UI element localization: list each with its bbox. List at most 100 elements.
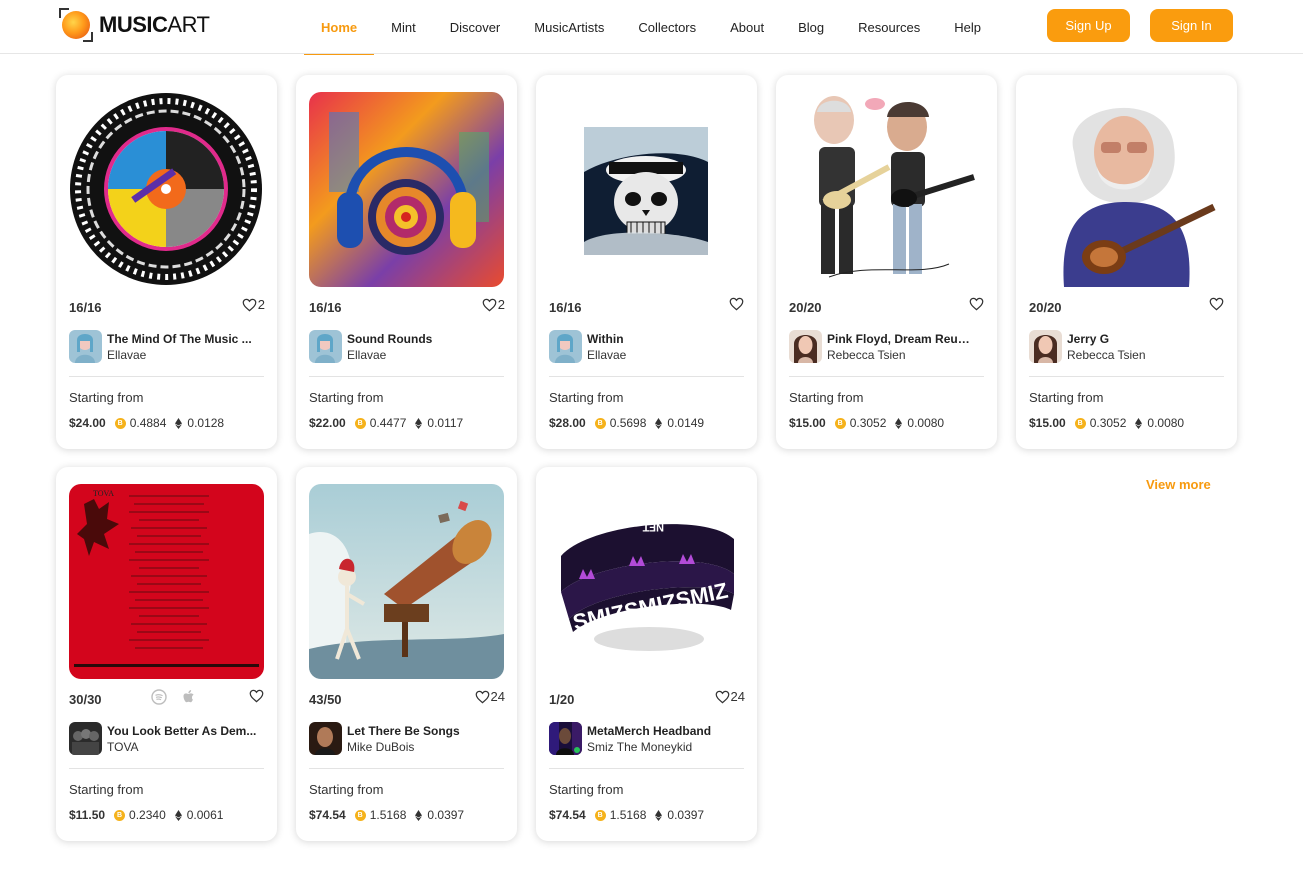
creator-info[interactable]: Within Ellavae	[549, 330, 745, 363]
price-row: $15.00 B 0.3052 0.0080	[789, 416, 944, 430]
usd-price: $74.54	[549, 808, 586, 822]
creator-info[interactable]: You Look Better As Dem... TOVA	[69, 722, 265, 755]
nft-card[interactable]: 16/16 Within Ellavae Starting from $28.0…	[536, 75, 757, 449]
brand-name: MUSICART	[99, 12, 210, 37]
like-button[interactable]	[249, 689, 265, 703]
nft-artwork-vinyl[interactable]	[69, 92, 264, 287]
apple-icon[interactable]	[181, 689, 197, 705]
nft-artwork-guitarist[interactable]	[1029, 92, 1224, 287]
price-row: $74.54 B 1.5168 0.0397	[309, 808, 464, 822]
starting-from-label: Starting from	[549, 782, 624, 797]
nav-blog[interactable]: Blog	[781, 0, 841, 54]
nft-artwork-red-lyrics[interactable]: TOVA	[69, 484, 264, 679]
nav-home[interactable]: Home	[304, 0, 375, 55]
nav-discover[interactable]: Discover	[433, 0, 518, 54]
artist-name: Smiz The Moneykid	[587, 739, 693, 754]
artist-name: TOVA	[107, 739, 139, 754]
nft-title: You Look Better As Dem...	[107, 723, 257, 738]
like-button[interactable]	[969, 297, 985, 311]
edition-count: 16/16	[549, 300, 582, 315]
nft-artwork-headband[interactable]: NFT SMIZSMIZSMIZ	[549, 484, 744, 679]
creator-info[interactable]: Jerry G Rebecca Tsien	[1029, 330, 1225, 363]
nft-artwork-headphones[interactable]	[309, 92, 504, 287]
creator-info[interactable]: Sound Rounds Ellavae	[309, 330, 505, 363]
edition-count: 20/20	[1029, 300, 1062, 315]
svg-text:TOVA: TOVA	[93, 489, 114, 498]
nft-title: Sound Rounds	[347, 331, 433, 346]
avatar	[789, 330, 822, 363]
like-count: 24	[490, 689, 505, 704]
nft-artwork-skull[interactable]	[549, 92, 744, 287]
nft-card[interactable]: 16/16 2 The Mind Of The Music ... Ellava…	[56, 75, 277, 449]
heart-icon	[482, 298, 497, 311]
nft-title: The Mind Of The Music ...	[107, 331, 252, 346]
creator-info[interactable]: The Mind Of The Music ... Ellavae	[69, 330, 265, 363]
nav-about[interactable]: About	[713, 0, 781, 54]
price-row: $15.00 B 0.3052 0.0080	[1029, 416, 1184, 430]
avatar	[549, 722, 582, 755]
nav-collectors[interactable]: Collectors	[621, 0, 713, 54]
token-price: 1.5168	[369, 808, 407, 822]
starting-from-label: Starting from	[309, 390, 384, 405]
nft-card[interactable]: 43/50 24 Let There Be Songs Mike DuBois …	[296, 467, 517, 841]
nav-help[interactable]: Help	[937, 0, 998, 54]
nft-card[interactable]: 20/20 Jerry G Rebecca Tsien Starting fro…	[1016, 75, 1237, 449]
like-count: 2	[257, 297, 265, 312]
coin-icon: B	[594, 809, 606, 821]
top-navbar: MUSICART Home Mint Discover MusicArtists…	[0, 0, 1303, 55]
coin-icon: B	[114, 809, 126, 821]
starting-from-label: Starting from	[1029, 390, 1104, 405]
like-button[interactable]	[1209, 297, 1225, 311]
avatar	[309, 330, 342, 363]
ethereum-icon	[415, 417, 423, 429]
creator-info[interactable]: Let There Be Songs Mike DuBois	[309, 722, 505, 755]
starting-from-label: Starting from	[549, 390, 624, 405]
nft-card[interactable]: 20/20 Pink Floyd, Dream Reuni... Rebecca…	[776, 75, 997, 449]
nft-artwork-caricature-duo[interactable]	[789, 92, 984, 287]
sign-up-button[interactable]: Sign Up	[1047, 9, 1130, 42]
like-button[interactable]: 2	[482, 297, 505, 312]
eth-price: 0.0397	[427, 808, 465, 822]
main-nav: Home Mint Discover MusicArtists Collecto…	[304, 0, 998, 55]
avatar	[549, 330, 582, 363]
nav-musicartists[interactable]: MusicArtists	[517, 0, 621, 54]
coin-icon: B	[354, 809, 366, 821]
divider	[69, 376, 264, 377]
price-row: $22.00 B 0.4477 0.0117	[309, 416, 463, 430]
creator-info[interactable]: Pink Floyd, Dream Reuni... Rebecca Tsien	[789, 330, 985, 363]
nav-mint[interactable]: Mint	[374, 0, 433, 54]
like-button[interactable]: 2	[242, 297, 265, 312]
divider	[549, 768, 744, 769]
like-button[interactable]: 24	[715, 689, 745, 704]
like-button[interactable]	[729, 297, 745, 311]
avatar	[309, 722, 342, 755]
artist-name: Rebecca Tsien	[1067, 347, 1146, 362]
token-price: 0.4884	[129, 416, 167, 430]
nft-card[interactable]: 16/16 2 Sound Rounds Ellavae Starting fr…	[296, 75, 517, 449]
heart-icon	[729, 297, 744, 311]
heart-icon	[475, 690, 489, 703]
view-more-link[interactable]: View more	[1146, 477, 1211, 492]
price-row: $11.50 B 0.2340 0.0061	[69, 808, 223, 822]
avatar	[69, 722, 102, 755]
divider	[309, 376, 504, 377]
creator-info[interactable]: MetaMerch Headband Smiz The Moneykid	[549, 722, 745, 755]
sign-in-button[interactable]: Sign In	[1150, 9, 1233, 42]
nft-title: Let There Be Songs	[347, 723, 460, 738]
nft-title: Jerry G	[1067, 331, 1110, 346]
token-price: 0.5698	[609, 416, 647, 430]
starting-from-label: Starting from	[69, 782, 144, 797]
like-button[interactable]: 24	[475, 689, 505, 704]
divider	[69, 768, 264, 769]
nft-artwork-gramophone[interactable]	[309, 484, 504, 679]
nft-title: Within	[587, 331, 624, 346]
ethereum-icon	[1135, 417, 1143, 429]
eth-price: 0.0397	[667, 808, 705, 822]
usd-price: $28.00	[549, 416, 586, 430]
nav-resources[interactable]: Resources	[841, 0, 937, 54]
divider	[789, 376, 984, 377]
spotify-icon[interactable]	[151, 689, 167, 705]
brand-logo[interactable]: MUSICART	[59, 8, 210, 42]
nft-card[interactable]: TOVA 30/30 You Look Better As Dem... TOV…	[56, 467, 277, 841]
nft-card[interactable]: NFT SMIZSMIZSMIZ 1/20 24 MetaMerch Headb…	[536, 467, 757, 841]
